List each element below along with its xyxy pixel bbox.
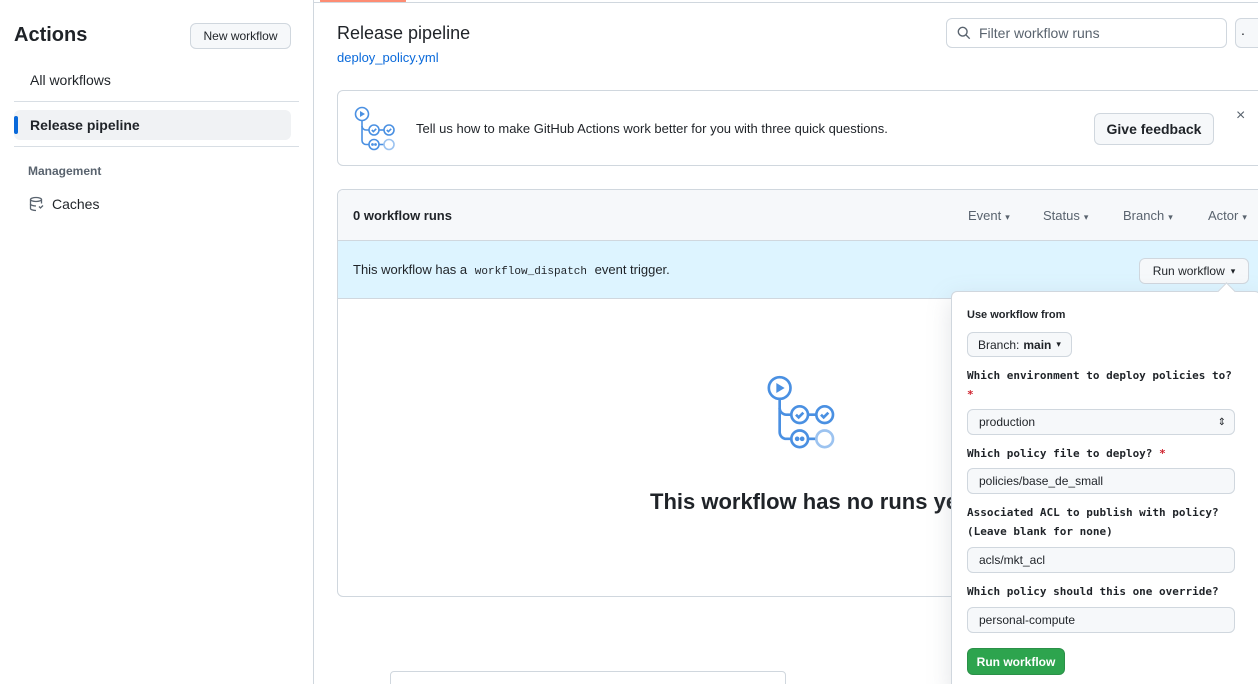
acl-value: acls/mkt_acl: [979, 553, 1046, 567]
top-divider: [314, 2, 1258, 3]
more-options-button[interactable]: ·: [1235, 18, 1258, 48]
caret-down-icon: ▾: [1230, 265, 1236, 276]
runs-header: 0 workflow runs Event ▾ Status ▾ Branch ▾ A…: [338, 190, 1258, 241]
required-mark: *: [967, 388, 974, 401]
bottom-panel-fragment: [390, 671, 786, 684]
kebab-icon: ·: [1240, 25, 1246, 41]
sidebar-divider: [14, 146, 299, 147]
caret-down-icon: ▾: [1242, 212, 1247, 222]
use-workflow-from-label: Use workflow from: [967, 309, 1066, 321]
close-icon[interactable]: ×: [1236, 107, 1245, 125]
environment-value: production: [979, 415, 1036, 429]
workflow-file-link[interactable]: deploy_policy.yml: [337, 50, 439, 65]
policy-file-input[interactable]: policies/base_de_small: [967, 468, 1235, 494]
caret-down-icon: ▾: [1168, 212, 1173, 222]
sidebar-item-caches[interactable]: Caches: [14, 190, 99, 218]
branch-label: Branch:: [978, 337, 1020, 352]
acl-question: Associated ACL to publish with policy? (…: [967, 506, 1219, 538]
filter-label: Event: [968, 208, 1002, 223]
branch-select-button[interactable]: Branch: main ▾: [967, 332, 1072, 357]
status-filter-dropdown[interactable]: Status ▾: [1043, 208, 1088, 223]
search-icon: [957, 26, 971, 40]
caret-down-icon: ▾: [1005, 212, 1010, 222]
dispatch-code: workflow_dispatch: [474, 266, 587, 278]
database-icon: [29, 196, 44, 212]
dispatch-text-after: event trigger.: [594, 262, 670, 277]
dispatch-text: This workflow has a workflow_dispatch ev…: [353, 262, 670, 278]
sidebar-item-all-workflows[interactable]: All workflows: [14, 65, 291, 95]
filter-label: Branch: [1123, 208, 1165, 223]
filter-runs-box: [946, 18, 1227, 48]
select-arrows-icon: ⇕: [1217, 416, 1226, 428]
override-question: Which policy should this one override?: [967, 585, 1219, 598]
actor-filter-dropdown[interactable]: Actor ▾: [1208, 208, 1247, 223]
sidebar-title: Actions: [14, 24, 88, 46]
run-workflow-label: Run workflow: [1152, 264, 1225, 278]
filter-runs-input[interactable]: [979, 25, 1219, 41]
sidebar-item-label: Caches: [52, 196, 100, 212]
new-workflow-button[interactable]: New workflow: [190, 23, 291, 49]
sidebar-divider: [14, 101, 299, 102]
sidebar-section-management: Management: [28, 164, 102, 178]
policy-file-value: policies/base_de_small: [979, 474, 1104, 488]
empty-state-title: This workflow has no runs yet: [650, 489, 966, 514]
give-feedback-button[interactable]: Give feedback: [1094, 113, 1214, 145]
environment-question: Which environment to deploy policies to?…: [967, 366, 1237, 404]
run-workflow-submit-button[interactable]: Run workflow: [967, 648, 1065, 675]
filter-label: Actor: [1208, 208, 1239, 223]
acl-input[interactable]: acls/mkt_acl: [967, 547, 1235, 573]
environment-select[interactable]: production ⇕: [967, 409, 1235, 435]
caret-down-icon: ▾: [1056, 339, 1061, 349]
run-workflow-dropdown-button[interactable]: Run workflow ▾: [1139, 258, 1249, 284]
sidebar-item-release-pipeline[interactable]: Release pipeline: [14, 110, 291, 140]
feedback-text: Tell us how to make GitHub Actions work …: [416, 121, 888, 136]
run-workflow-popup: Use workflow from Branch: main ▾ Which env…: [951, 291, 1258, 684]
dispatch-text-before: This workflow has a: [353, 262, 468, 277]
branch-value: main: [1023, 337, 1052, 352]
filter-label: Status: [1043, 208, 1080, 223]
policy-file-question: Which policy file to deploy? *: [967, 444, 1237, 463]
page-title: Release pipeline: [337, 23, 471, 43]
required-mark: *: [1159, 447, 1166, 460]
runs-count: 0 workflow runs: [353, 208, 452, 223]
actions-workflow-icon: [354, 106, 395, 151]
branch-filter-dropdown[interactable]: Branch ▾: [1123, 208, 1173, 223]
actions-workflow-icon: [767, 375, 835, 449]
feedback-banner: Tell us how to make GitHub Actions work …: [337, 90, 1258, 166]
sidebar: Actions New workflow All workflows Relea…: [0, 0, 314, 684]
event-filter-dropdown[interactable]: Event ▾: [968, 208, 1010, 223]
question-text: Which policy file to deploy?: [967, 447, 1153, 460]
override-value: personal-compute: [979, 613, 1076, 627]
override-input[interactable]: personal-compute: [967, 607, 1235, 633]
question-text: Which environment to deploy policies to?: [967, 369, 1232, 382]
caret-down-icon: ▾: [1083, 212, 1089, 222]
